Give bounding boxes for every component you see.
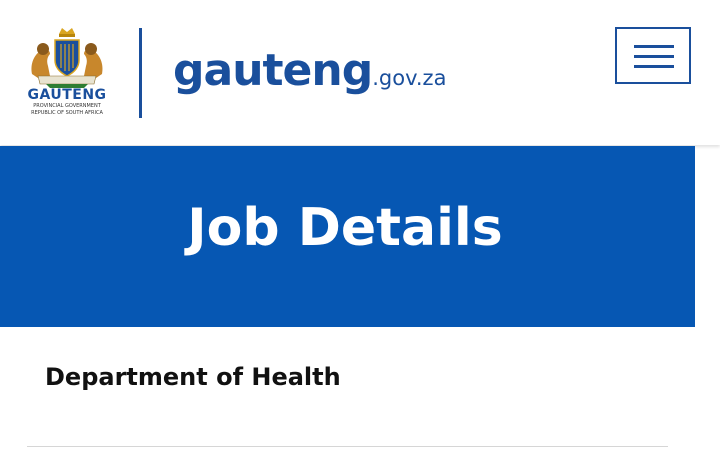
crest-province-name: GAUTENG: [27, 87, 107, 103]
crest-subtitle-line2: REPUBLIC OF SOUTH AFRICA: [31, 110, 103, 116]
crest-subtitle-line1: PROVINCIAL GOVERNMENT: [33, 103, 101, 109]
page: GAUTENG PROVINCIAL GOVERNMENT REPUBLIC O…: [0, 0, 720, 452]
section-divider: [27, 446, 668, 447]
page-banner: Job Details: [0, 146, 695, 327]
site-wordmark-link[interactable]: gauteng.gov.za: [173, 45, 446, 105]
wordmark-suffix: .gov.za: [372, 66, 447, 90]
menu-button[interactable]: [615, 27, 691, 84]
wordmark-main: gauteng: [173, 45, 373, 96]
department-name: Department of Health: [45, 363, 341, 391]
site-header: GAUTENG PROVINCIAL GOVERNMENT REPUBLIC O…: [0, 0, 720, 145]
coat-of-arms-icon: [31, 28, 103, 88]
home-logo-link[interactable]: GAUTENG PROVINCIAL GOVERNMENT REPUBLIC O…: [24, 26, 110, 120]
logo-divider: [139, 28, 142, 118]
page-title: Job Details: [187, 198, 503, 258]
